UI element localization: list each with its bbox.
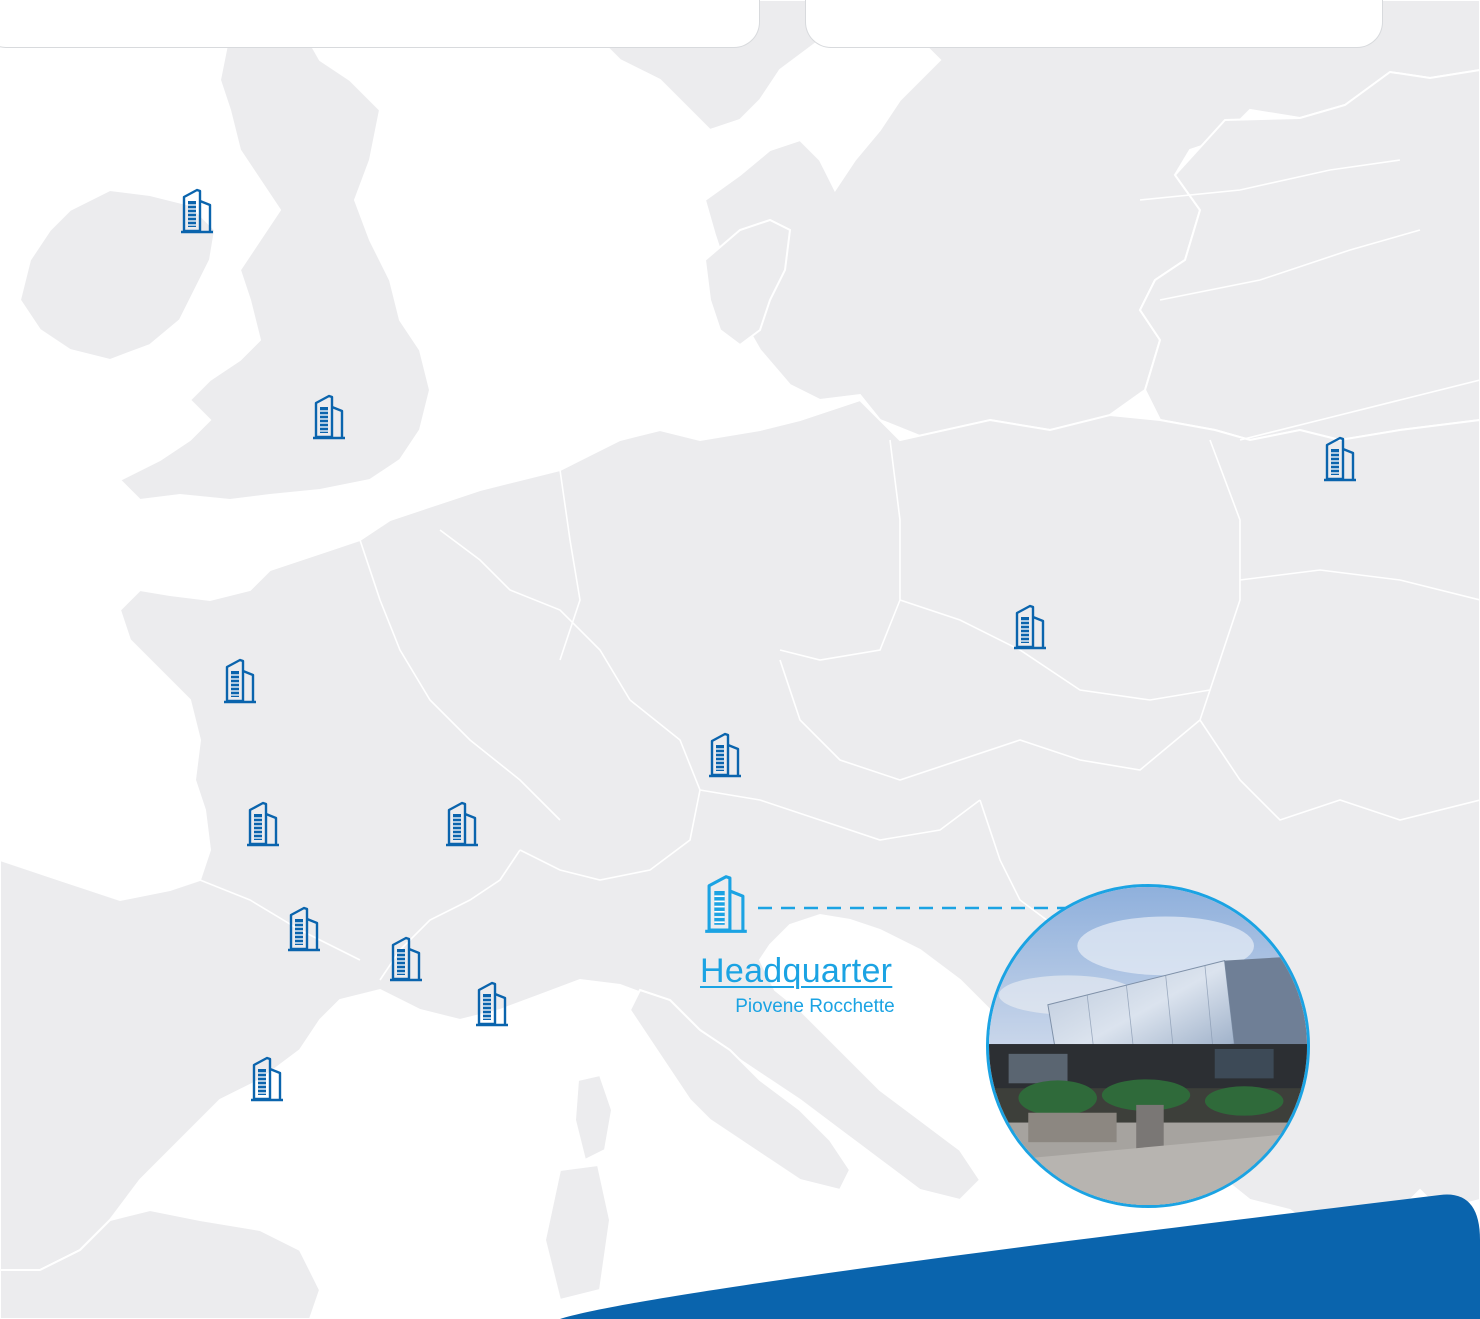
footer-band <box>560 1194 1480 1319</box>
